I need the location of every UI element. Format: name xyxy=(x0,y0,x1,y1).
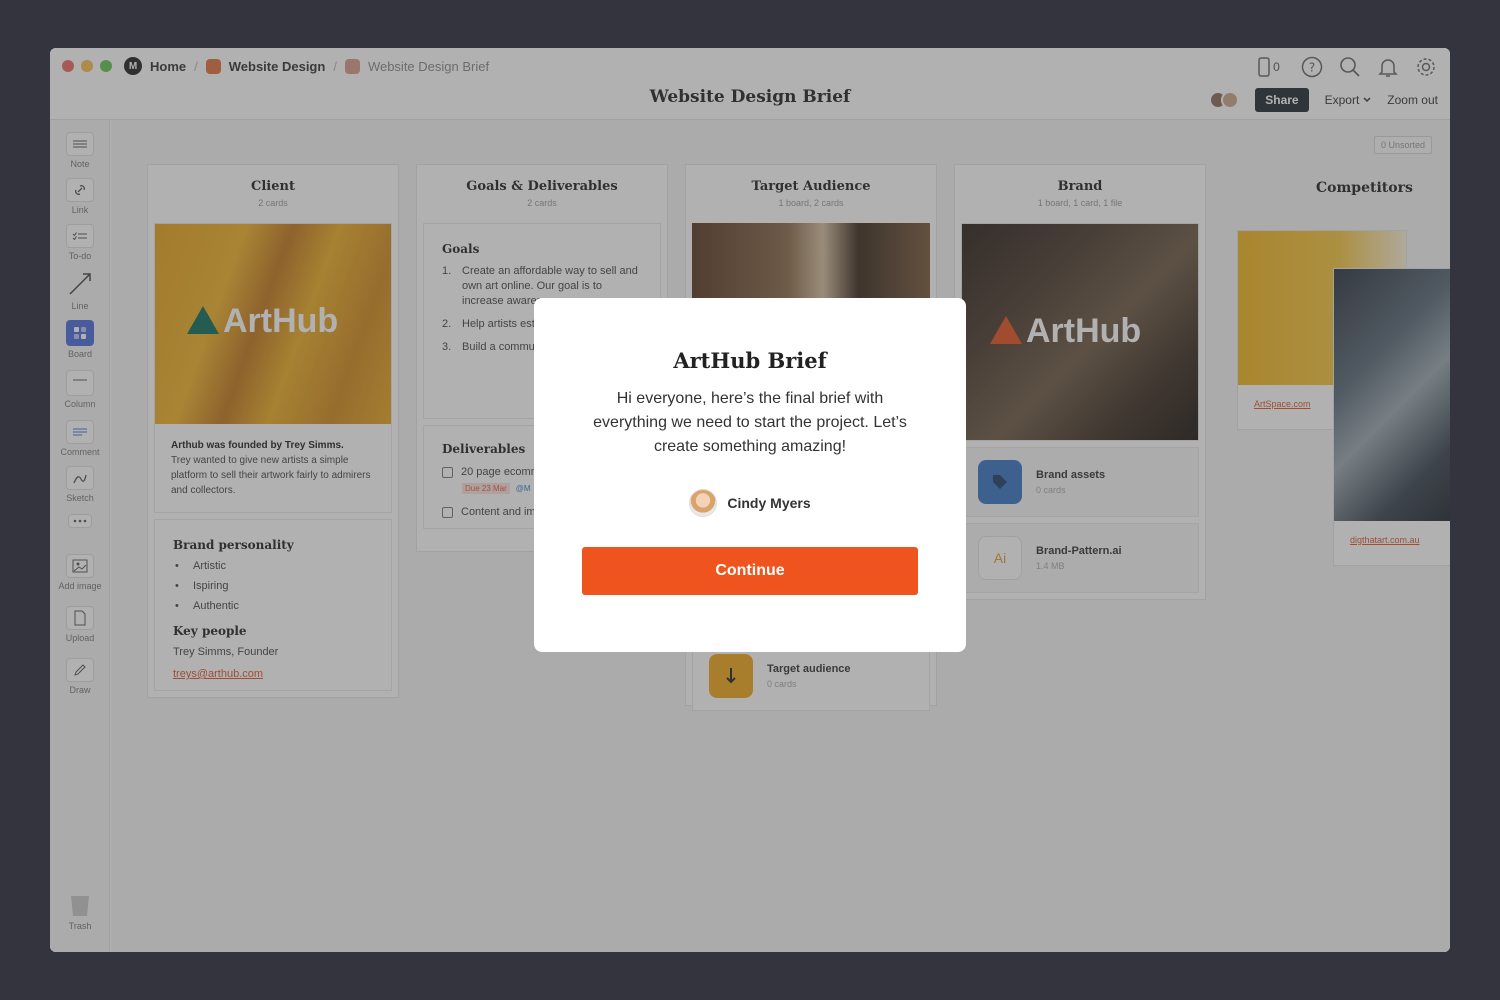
avatar xyxy=(689,489,718,517)
modal-message: Hi everyone, here’s the final brief with… xyxy=(593,390,907,455)
brief-modal: ArtHub Brief Hi everyone, here’s the fin… xyxy=(534,298,966,652)
continue-button[interactable]: Continue xyxy=(582,547,918,595)
modal-title: ArtHub Brief xyxy=(673,348,827,373)
modal-author: Cindy Myers xyxy=(534,489,966,517)
